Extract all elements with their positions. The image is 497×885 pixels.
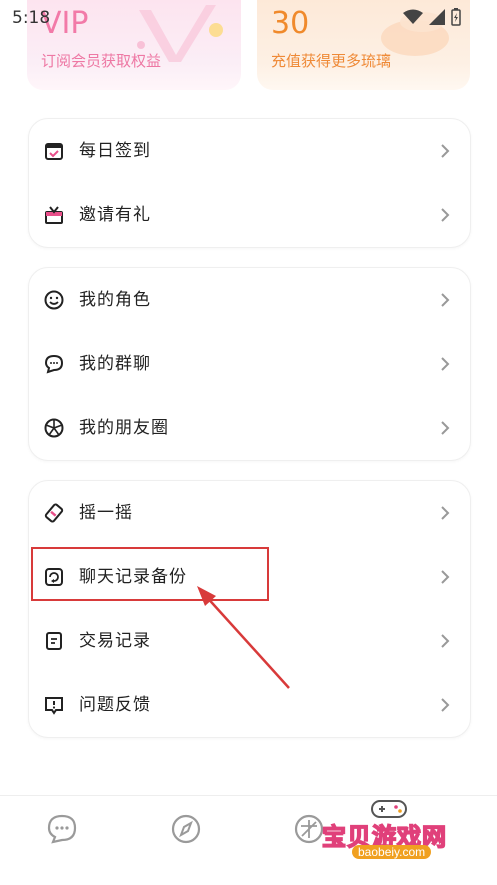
- status-icons: [403, 8, 461, 26]
- chevron-right-icon: [441, 506, 450, 520]
- menu-item-my-moments[interactable]: 我的朋友圈: [29, 396, 470, 460]
- annotation-highlight-box: [31, 547, 269, 601]
- coin-subtitle: 充值获得更多琉璃: [271, 52, 392, 70]
- chevron-right-icon: [441, 570, 450, 584]
- chevron-right-icon: [441, 208, 450, 222]
- menu-label: 邀请有礼: [79, 205, 151, 225]
- menu-group-1: 每日签到 邀请有礼: [28, 118, 471, 248]
- chevron-right-icon: [441, 144, 450, 158]
- menu-item-shake[interactable]: 摇一摇: [29, 481, 470, 545]
- compass-icon[interactable]: [169, 812, 203, 846]
- menu-item-my-characters[interactable]: 我的角色: [29, 268, 470, 332]
- document-icon: [46, 632, 62, 650]
- vip-subtitle: 订阅会员获取权益: [41, 52, 162, 70]
- smiley-icon: [44, 290, 64, 310]
- menu-label: 我的群聊: [79, 354, 151, 374]
- gamepad-icon: [371, 800, 407, 818]
- menu-label: 每日签到: [79, 141, 151, 161]
- signal-icon: [429, 9, 445, 25]
- menu-group-3: 摇一摇 聊天记录备份 交易记录 问题反馈: [28, 480, 471, 738]
- chat-bubbles-icon: [44, 354, 64, 374]
- menu-label: 摇一摇: [79, 503, 133, 523]
- watermark-url: baobeiy.com: [352, 845, 432, 859]
- menu-label: 我的朋友圈: [79, 418, 169, 438]
- watermark-logo: 宝贝游戏网 baobeiy.com: [318, 795, 468, 875]
- status-bar: 5:18: [0, 0, 497, 36]
- menu-label: 我的角色: [79, 290, 151, 310]
- status-time: 5:18: [12, 8, 51, 28]
- menu-item-transactions[interactable]: 交易记录: [29, 609, 470, 673]
- chevron-right-icon: [441, 698, 450, 712]
- menu-label: 问题反馈: [79, 695, 151, 715]
- chevron-right-icon: [441, 421, 450, 435]
- menu-group-2: 我的角色 我的群聊 我的朋友圈: [28, 267, 471, 461]
- menu-item-daily-checkin[interactable]: 每日签到: [29, 119, 470, 183]
- wifi-icon: [403, 9, 423, 24]
- calendar-check-icon: [45, 143, 63, 160]
- battery-icon: [451, 8, 461, 26]
- aperture-icon: [44, 418, 64, 438]
- chevron-right-icon: [441, 357, 450, 371]
- menu-item-feedback[interactable]: 问题反馈: [29, 673, 470, 737]
- chevron-right-icon: [441, 293, 450, 307]
- gift-icon: [45, 206, 63, 224]
- chat-icon[interactable]: [45, 812, 79, 846]
- chevron-right-icon: [441, 634, 450, 648]
- menu-label: 交易记录: [79, 631, 151, 651]
- feedback-icon: [45, 697, 63, 715]
- shake-icon: [44, 503, 64, 523]
- menu-item-invite[interactable]: 邀请有礼: [29, 183, 470, 247]
- menu-item-my-group-chats[interactable]: 我的群聊: [29, 332, 470, 396]
